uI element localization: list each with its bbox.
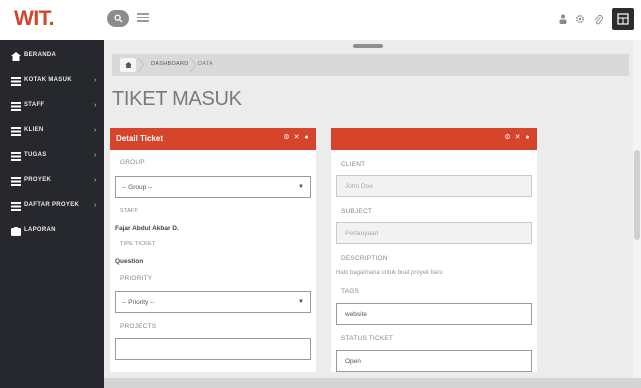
menu-icon[interactable] (137, 11, 149, 25)
close-icon[interactable]: ✕ (293, 134, 300, 142)
chevron-right-icon: › (94, 202, 97, 209)
group-label: GROUP (120, 159, 145, 166)
panel-title: Detail Ticket (116, 134, 163, 143)
clip-icon[interactable] (592, 12, 604, 26)
gear-icon[interactable] (574, 12, 586, 26)
sidebar-item-label: LAPORAN (24, 227, 56, 233)
type-value: Question (115, 258, 144, 265)
sidebar-footer (0, 378, 104, 388)
search-icon (113, 14, 123, 23)
panel-header: ⚙ ✕ ● (331, 128, 537, 150)
client-field: John Doe (336, 175, 532, 197)
settings-icon[interactable]: ⚙ (504, 134, 511, 142)
chevron-right-icon: › (94, 102, 97, 109)
report-icon (11, 227, 21, 236)
sidebar-item-laporan[interactable]: LAPORAN (0, 223, 104, 241)
sidebar-item-label: KLIEN (24, 127, 44, 133)
staff-label: STAFF (120, 208, 139, 214)
list-icon (11, 77, 21, 86)
group-select-value: -- Group -- (122, 184, 153, 191)
main-content: DASHBOARD DATA TIKET MASUK Detail Ticket… (104, 40, 633, 378)
sidebar: BERANDA KOTAK MASUK › STAFF › KLIEN › TU… (0, 40, 104, 388)
list-icon (11, 127, 21, 136)
breadcrumb-item-dashboard[interactable]: DASHBOARD (151, 61, 189, 67)
tags-label: TAGS (341, 288, 360, 295)
chevron-right-icon: › (94, 152, 97, 159)
grid-icon[interactable] (612, 8, 634, 30)
status-input[interactable]: Open (336, 350, 532, 372)
footer-bar (104, 378, 641, 388)
sidebar-item-label: DAFTAR PROYEK (24, 202, 80, 208)
sidebar-item-proyek[interactable]: PROYEK › (0, 173, 104, 191)
breadcrumb-separator (190, 58, 196, 72)
chevron-right-icon: › (94, 177, 97, 184)
detail-ticket-panel: Detail Ticket ⚙ ✕ ● GROUP -- Group -- ▼ … (110, 128, 316, 372)
priority-label: PRIORITY (120, 275, 153, 282)
drag-handle[interactable] (353, 44, 383, 48)
panel-tools: ⚙ ✕ ● (504, 134, 531, 142)
breadcrumb-item-data: DATA (198, 61, 214, 67)
breadcrumb: DASHBOARD DATA (112, 54, 629, 76)
list-icon (11, 152, 21, 161)
collapse-icon[interactable]: ● (524, 134, 531, 142)
subject-label: SUBJECT (341, 208, 373, 215)
close-icon[interactable]: ✕ (514, 134, 521, 142)
subject-field: Pertanyaan (336, 222, 532, 244)
chevron-right-icon: › (94, 127, 97, 134)
type-label: TIPE TICKET (120, 241, 156, 247)
subject-field-value: Pertanyaan (345, 230, 379, 237)
client-label: CLIENT (341, 161, 366, 168)
status-label: STATUS TICKET (341, 335, 394, 342)
sidebar-item-beranda[interactable]: BERANDA (0, 48, 104, 66)
panel-header: Detail Ticket ⚙ ✕ ● (110, 128, 316, 150)
priority-select[interactable]: -- Priority -- ▼ (115, 291, 311, 313)
status-input-value: Open (345, 358, 361, 365)
home-icon (11, 52, 21, 61)
breadcrumb-separator (138, 58, 144, 72)
sidebar-item-tugas[interactable]: TUGAS › (0, 148, 104, 166)
list-icon (11, 177, 21, 186)
tags-input-value: website (345, 311, 368, 318)
sidebar-item-label: KOTAK MASUK (24, 77, 72, 83)
sidebar-item-label: PROYEK (24, 177, 52, 183)
panel-tools: ⚙ ✕ ● (283, 134, 310, 142)
group-select[interactable]: -- Group -- ▼ (115, 176, 311, 198)
sidebar-item-label: TUGAS (24, 152, 47, 158)
sidebar-item-staff[interactable]: STAFF › (0, 98, 104, 116)
collapse-icon[interactable]: ● (303, 134, 310, 142)
list-icon (11, 102, 21, 111)
user-icon[interactable] (557, 12, 569, 26)
sidebar-item-daftar-proyek[interactable]: DAFTAR PROYEK › (0, 198, 104, 216)
scrollbar[interactable] (633, 40, 641, 378)
priority-select-value: -- Priority -- (122, 299, 155, 306)
sidebar-item-klien[interactable]: KLIEN › (0, 123, 104, 141)
chevron-right-icon: › (94, 77, 97, 84)
projects-label: PROJECTS (120, 323, 157, 330)
description-value: Halo bagaimana untuk buat proyek baru (336, 270, 443, 276)
caret-down-icon: ▼ (298, 184, 304, 190)
page-title: TIKET MASUK (112, 88, 242, 110)
scrollbar-thumb[interactable] (634, 150, 640, 240)
sidebar-item-label: STAFF (24, 102, 45, 108)
brand-logo[interactable]: WIT. (14, 7, 55, 31)
staff-value: Fajar Abdul Akbar D. (115, 225, 179, 232)
description-label: DESCRIPTION (341, 255, 388, 262)
sidebar-item-kotak-masuk[interactable]: KOTAK MASUK › (0, 73, 104, 91)
caret-down-icon: ▼ (298, 299, 304, 305)
sidebar-item-label: BERANDA (24, 52, 57, 58)
client-field-value: John Doe (345, 183, 373, 190)
top-bar: WIT. (0, 0, 641, 40)
projects-input[interactable] (115, 338, 311, 360)
settings-icon[interactable]: ⚙ (283, 134, 290, 142)
tags-input[interactable]: website (336, 303, 532, 325)
list-icon (11, 202, 21, 211)
search-button[interactable] (107, 10, 129, 27)
ticket-info-panel: ⚙ ✕ ● CLIENT John Doe SUBJECT Pertanyaan… (331, 128, 537, 372)
home-icon[interactable] (120, 58, 136, 72)
